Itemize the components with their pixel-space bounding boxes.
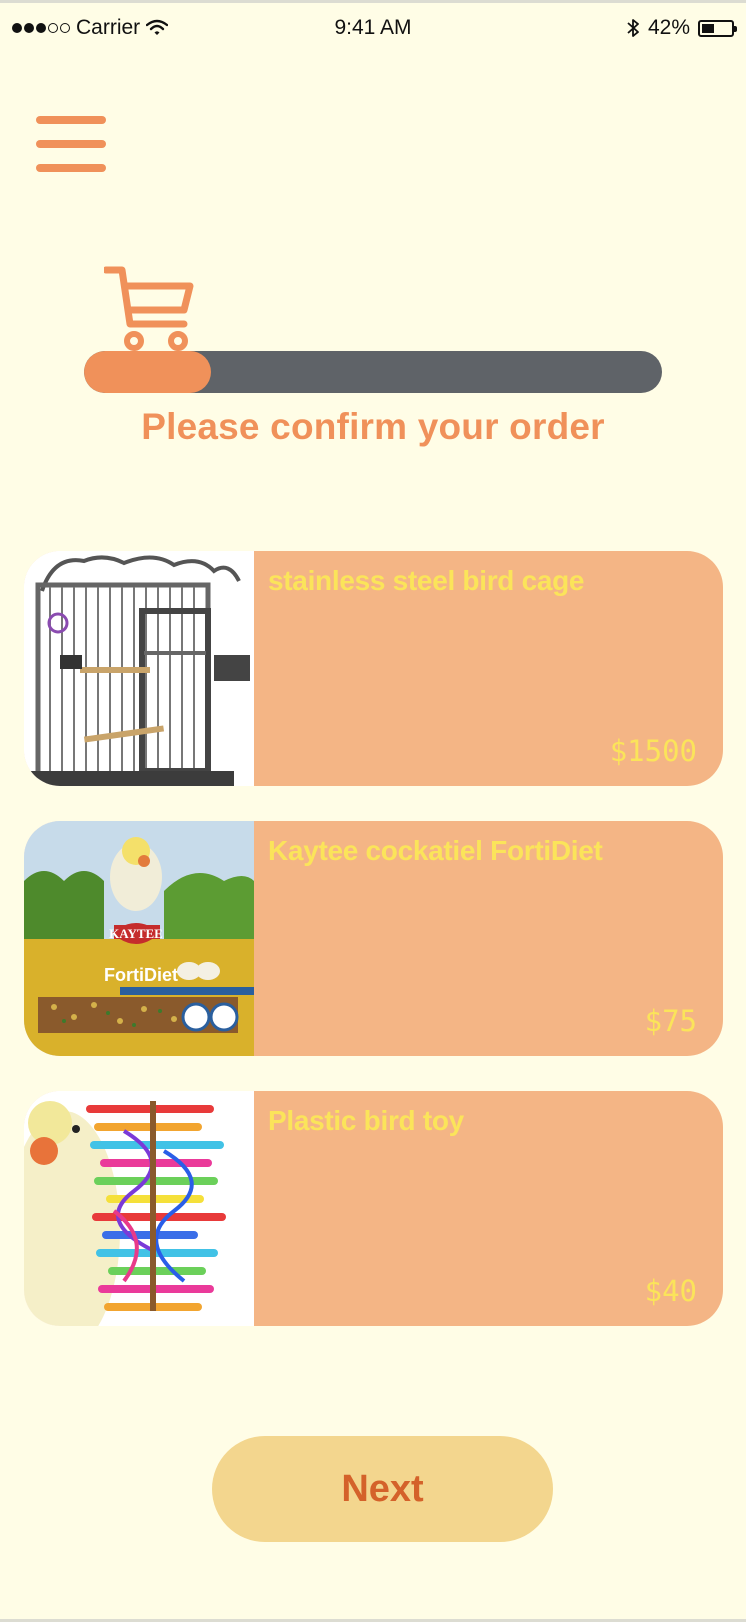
order-item-details: Plastic bird toy $40 [254, 1091, 723, 1326]
battery-icon [698, 19, 737, 37]
order-item-price: $40 [644, 1274, 697, 1308]
order-item-price: $1500 [609, 734, 697, 768]
status-bar: Carrier 9:41 AM 42% [0, 6, 746, 50]
order-item-card[interactable]: Plastic bird toy $40 [24, 1091, 723, 1326]
order-item-price: $75 [644, 1004, 697, 1038]
order-item-card[interactable]: KAYTEE FortiDiet Kaytee cockatiel FortiD… [24, 821, 723, 1056]
bluetooth-icon [627, 19, 639, 37]
menu-line [36, 116, 106, 124]
bird-toy-image [24, 1091, 254, 1326]
order-item-name: Kaytee cockatiel FortiDiet [268, 835, 603, 866]
battery-percent: 42% [647, 16, 690, 39]
hamburger-menu-icon[interactable] [36, 116, 106, 172]
battery-fill [702, 23, 714, 33]
order-item-name: stainless steel bird cage [268, 565, 585, 596]
menu-line [36, 164, 106, 172]
order-item-card[interactable]: stainless steel bird cage $1500 [24, 551, 723, 786]
status-right: 42% [626, 16, 737, 40]
order-item-details: Kaytee cockatiel FortiDiet $75 [254, 821, 723, 1056]
menu-line [36, 140, 106, 148]
page-title: Please confirm your order [141, 406, 605, 447]
top-divider [0, 0, 746, 3]
shopping-cart-icon [104, 266, 194, 351]
order-progress-fill [84, 351, 212, 393]
order-item-name: Plastic bird toy [268, 1105, 464, 1136]
order-progress-bar [84, 351, 662, 393]
svg-text:FortiDiet: FortiDiet [104, 965, 178, 985]
order-item-details: stainless steel bird cage $1500 [254, 551, 723, 786]
bird-food-bag-image: KAYTEE FortiDiet [24, 821, 254, 1056]
bird-cage-image [24, 551, 254, 786]
svg-text:KAYTEE: KAYTEE [109, 926, 163, 941]
next-button[interactable]: Next [212, 1436, 553, 1542]
